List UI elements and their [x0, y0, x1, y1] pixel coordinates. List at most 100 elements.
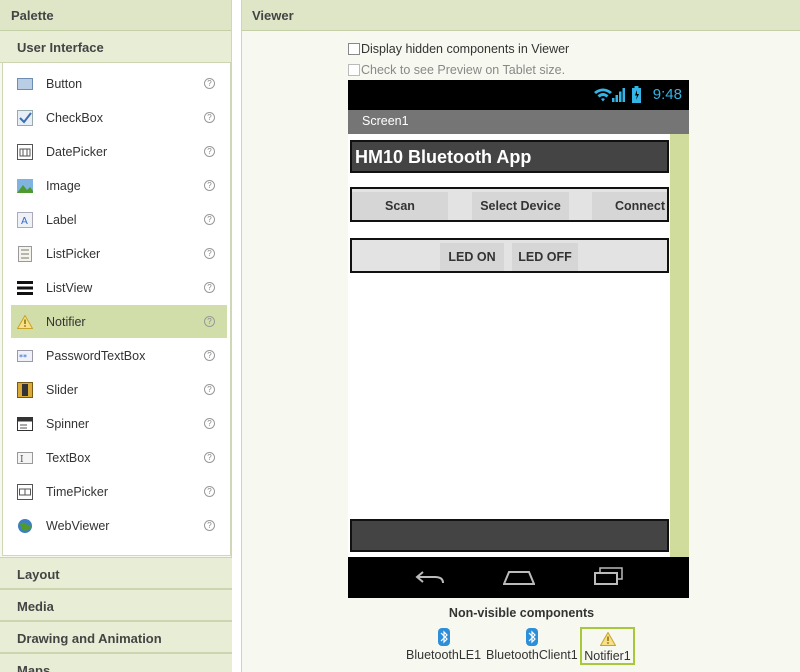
nonvisible-bluetoothle1[interactable]: BluetoothLE1: [406, 626, 481, 662]
svg-text:I: I: [20, 455, 24, 464]
nonvisible-components-title: Non-visible components: [448, 606, 595, 620]
category-maps[interactable]: Maps: [0, 653, 232, 672]
bottom-arrangement[interactable]: [350, 519, 669, 552]
viewer-title: Viewer: [242, 0, 800, 31]
palette-title: Palette: [0, 0, 231, 31]
nonvisible-notifier1[interactable]: Notifier1: [580, 627, 635, 665]
palette-item-listview[interactable]: ListView ?: [11, 271, 227, 304]
palette-component-list: Button ? CheckBox ? DatePicker ? Image ?: [2, 63, 231, 556]
nonvisible-label: Notifier1: [584, 649, 631, 663]
palette-item-label: Image: [46, 178, 81, 193]
help-icon[interactable]: ?: [204, 452, 215, 463]
palette-item-label: TextBox: [46, 450, 91, 465]
help-icon[interactable]: ?: [204, 248, 215, 259]
palette-item-label: TimePicker: [46, 484, 109, 499]
palette-item-label: Label: [46, 212, 77, 227]
nonvisible-label: BluetoothClient1: [486, 648, 578, 662]
category-layout[interactable]: Layout: [0, 557, 232, 589]
palette-item-button[interactable]: Button ?: [11, 67, 227, 100]
checkbox-icon: [17, 109, 33, 126]
nonvisible-bluetoothclient1[interactable]: BluetoothClient1: [486, 626, 578, 662]
palette-item-checkbox[interactable]: CheckBox ?: [11, 101, 227, 134]
help-icon[interactable]: ?: [204, 350, 215, 361]
help-icon[interactable]: ?: [204, 520, 215, 531]
palette-item-label: Button: [46, 76, 83, 91]
help-icon[interactable]: ?: [204, 180, 215, 191]
android-nav-bar: [348, 557, 689, 598]
palette-item-textbox[interactable]: I TextBox ?: [11, 441, 227, 474]
help-icon[interactable]: ?: [204, 282, 215, 293]
svg-text:A: A: [21, 216, 28, 227]
help-icon[interactable]: ?: [204, 112, 215, 123]
scan-button[interactable]: Scan: [352, 192, 448, 220]
timepicker-icon: [17, 483, 33, 500]
option-display-hidden[interactable]: Display hidden components in Viewer: [348, 42, 569, 56]
status-time: 9:48: [652, 86, 682, 103]
led-off-button[interactable]: LED OFF: [512, 243, 578, 271]
palette-item-label: Spinner: [46, 416, 90, 431]
notifier-icon: [599, 629, 616, 649]
help-icon[interactable]: ?: [204, 486, 215, 497]
screen-scrollbar[interactable]: [670, 134, 689, 557]
slider-icon: [17, 381, 33, 398]
image-icon: [17, 178, 33, 194]
wifi-icon: [594, 87, 612, 105]
category-media[interactable]: Media: [0, 589, 232, 621]
tablet-preview-checkbox[interactable]: [348, 64, 360, 76]
help-icon[interactable]: ?: [204, 418, 215, 429]
palette-item-label: ListView: [46, 280, 93, 295]
palette-item-label: Notifier: [46, 314, 86, 329]
category-user-interface[interactable]: User Interface: [0, 31, 231, 63]
palette-item-label: DatePicker: [46, 144, 108, 159]
recent-apps-icon: [594, 567, 624, 588]
help-icon[interactable]: ?: [204, 146, 215, 157]
palette-panel: Palette User Interface Button ? CheckBox…: [0, 0, 232, 672]
bluetooth-icon: [525, 626, 538, 648]
display-hidden-label: Display hidden components in Viewer: [361, 42, 570, 56]
led-on-button[interactable]: LED ON: [440, 243, 504, 271]
palette-item-slider[interactable]: Slider ?: [11, 373, 227, 406]
palette-item-label: Slider: [46, 382, 78, 397]
palette-item-webviewer[interactable]: WebViewer ?: [11, 509, 227, 542]
help-icon[interactable]: ?: [204, 78, 215, 89]
battery-icon: [632, 86, 641, 106]
button-icon: [17, 76, 33, 92]
palette-item-image[interactable]: Image ?: [11, 169, 227, 202]
button-row-led[interactable]: LED ON LED OFF: [350, 238, 669, 273]
palette-item-timepicker[interactable]: TimePicker ?: [11, 475, 227, 508]
spinner-icon: [17, 416, 33, 432]
listpicker-icon: [17, 245, 33, 262]
viewer-panel: Viewer Display hidden components in View…: [241, 0, 800, 672]
palette-item-spinner[interactable]: Spinner ?: [11, 407, 227, 440]
help-icon[interactable]: ?: [204, 316, 215, 327]
display-hidden-checkbox[interactable]: [348, 43, 360, 55]
notifier-icon: [17, 314, 33, 330]
palette-item-label: CheckBox: [46, 110, 103, 125]
category-drawing-and-animation[interactable]: Drawing and Animation: [0, 621, 232, 653]
webviewer-icon: [17, 518, 33, 534]
phone-preview: 9:48 Screen1 HM10 Bluetooth App Scan Sel…: [348, 80, 689, 598]
option-tablet-preview[interactable]: Check to see Preview on Tablet size.: [348, 63, 565, 77]
home-icon: [502, 569, 536, 588]
palette-item-notifier[interactable]: Notifier ?: [11, 305, 227, 338]
palette-item-passwordtextbox[interactable]: ** PasswordTextBox ?: [11, 339, 227, 372]
button-row-connection[interactable]: Scan Select Device Connect: [350, 187, 669, 222]
passwordtextbox-icon: **: [17, 348, 33, 364]
select-device-button[interactable]: Select Device: [472, 192, 569, 220]
app-title-label[interactable]: HM10 Bluetooth App: [350, 140, 669, 173]
palette-item-label: WebViewer: [46, 518, 110, 533]
help-icon[interactable]: ?: [204, 384, 215, 395]
palette-item-datepicker[interactable]: DatePicker ?: [11, 135, 227, 168]
palette-item-label: PasswordTextBox: [46, 348, 146, 363]
palette-item-label: ListPicker: [46, 246, 101, 261]
screen-canvas[interactable]: HM10 Bluetooth App Scan Select Device Co…: [348, 134, 689, 557]
palette-item-listpicker[interactable]: ListPicker ?: [11, 237, 227, 270]
textbox-icon: I: [17, 450, 33, 466]
connect-button[interactable]: Connect: [592, 192, 667, 220]
palette-item-label[interactable]: A Label ?: [11, 203, 227, 236]
help-icon[interactable]: ?: [204, 214, 215, 225]
listview-icon: [17, 280, 33, 296]
status-bar: 9:48: [348, 80, 689, 110]
nonvisible-label: BluetoothLE1: [406, 648, 482, 662]
palette-categories: Layout Media Drawing and Animation Maps: [0, 557, 232, 672]
